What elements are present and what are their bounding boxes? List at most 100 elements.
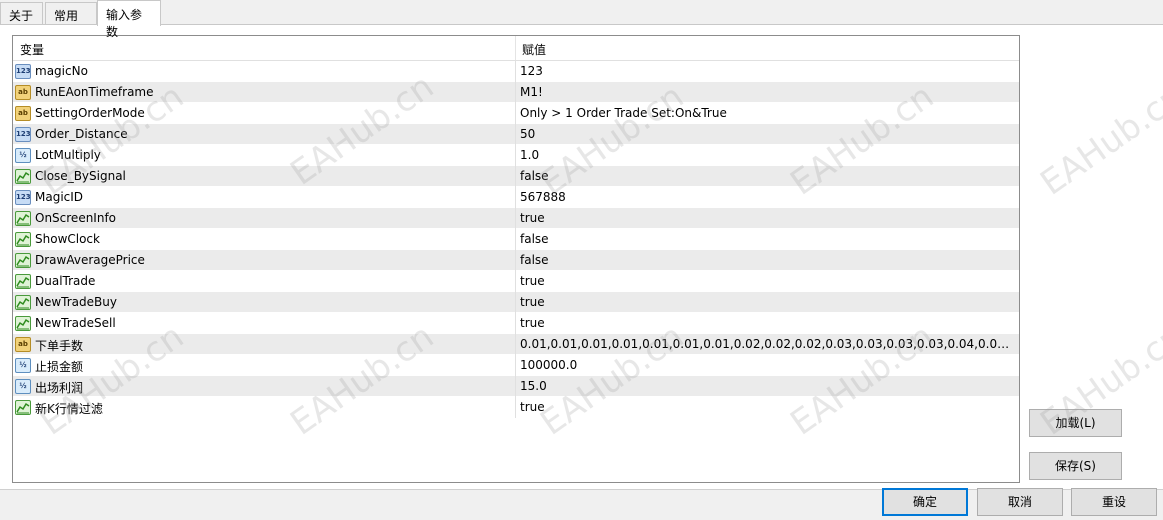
chart-line-icon: [16, 402, 30, 414]
variable-name: OnScreenInfo: [35, 211, 117, 225]
chart-line-icon: [16, 171, 30, 183]
ok-button[interactable]: 确定: [882, 488, 968, 516]
boolean-icon: [15, 295, 31, 310]
variable-name: LotMultiply: [35, 148, 101, 162]
value-cell[interactable]: M1!: [520, 85, 1016, 99]
value-cell[interactable]: false: [520, 169, 1016, 183]
table-row[interactable]: ab SettingOrderMode Only > 1 Order Trade S…: [13, 103, 1019, 124]
variable-cell: NewTradeBuy: [13, 292, 516, 313]
value-cell[interactable]: true: [520, 274, 1016, 288]
tab-about[interactable]: 关于: [0, 2, 43, 25]
variable-name: 止损金额: [35, 360, 84, 374]
load-button[interactable]: 加载(L): [1029, 409, 1122, 437]
value-cell[interactable]: 1.0: [520, 148, 1016, 162]
variable-name: MagicID: [35, 190, 84, 204]
variable-name: 新K行情过滤: [35, 402, 103, 416]
table-row[interactable]: 123 MagicID 567888: [13, 187, 1019, 208]
grid-rows: 123 magicNo 123 ab RunEAonTimeframe M1! ab Sett…: [13, 61, 1019, 418]
table-row[interactable]: 123 magicNo 123: [13, 61, 1019, 82]
boolean-icon: [15, 316, 31, 331]
string-icon: ab: [15, 337, 31, 352]
table-row[interactable]: DrawAveragePrice false: [13, 250, 1019, 271]
table-row[interactable]: ab 下单手数 0.01,0.01,0.01,0.01,0.01,0.01,0.01…: [13, 334, 1019, 355]
tab-label: 常用: [54, 9, 79, 23]
value-cell[interactable]: false: [520, 232, 1016, 246]
table-row[interactable]: ½ LotMultiply 1.0: [13, 145, 1019, 166]
value-cell[interactable]: 0.01,0.01,0.01,0.01,0.01,0.01,0.01,0.02,…: [520, 337, 1016, 351]
variable-cell: DualTrade: [13, 271, 516, 292]
value-cell[interactable]: true: [520, 316, 1016, 330]
double-icon: ½: [15, 358, 31, 373]
table-row[interactable]: DualTrade true: [13, 271, 1019, 292]
value-cell[interactable]: false: [520, 253, 1016, 267]
tab-inputs[interactable]: 输入参数: [97, 0, 161, 39]
value-cell[interactable]: true: [520, 295, 1016, 309]
value-cell[interactable]: true: [520, 400, 1016, 414]
string-icon: ab: [15, 85, 31, 100]
chart-line-icon: [16, 255, 30, 267]
variable-cell: Close_BySignal: [13, 166, 516, 187]
chart-line-icon: [16, 213, 30, 225]
value-cell[interactable]: Only > 1 Order Trade Set:On&True: [520, 106, 1016, 120]
value-cell[interactable]: true: [520, 211, 1016, 225]
boolean-icon: [15, 400, 31, 415]
double-icon: ½: [15, 379, 31, 394]
table-row[interactable]: ShowClock false: [13, 229, 1019, 250]
tab-common[interactable]: 常用: [45, 2, 97, 25]
variable-cell: ½ 出场利润: [13, 376, 516, 397]
variable-name: NewTradeBuy: [35, 295, 117, 309]
boolean-icon: [15, 169, 31, 184]
reset-button[interactable]: 重设: [1071, 488, 1157, 516]
table-row[interactable]: NewTradeSell true: [13, 313, 1019, 334]
variable-cell: 123 magicNo: [13, 61, 516, 82]
chart-line-icon: [16, 318, 30, 330]
variable-cell: ½ LotMultiply: [13, 145, 516, 166]
chart-line-icon: [16, 276, 30, 288]
boolean-icon: [15, 211, 31, 226]
table-row[interactable]: OnScreenInfo true: [13, 208, 1019, 229]
integer-icon: 123: [15, 190, 31, 205]
table-row[interactable]: Close_BySignal false: [13, 166, 1019, 187]
variable-name: NewTradeSell: [35, 316, 116, 330]
boolean-icon: [15, 253, 31, 268]
save-button[interactable]: 保存(S): [1029, 452, 1122, 480]
table-row[interactable]: ½ 出场利润 15.0: [13, 376, 1019, 397]
integer-icon: 123: [15, 127, 31, 142]
variable-name: DrawAveragePrice: [35, 253, 145, 267]
variable-cell: ½ 止损金额: [13, 355, 516, 376]
variable-cell: ShowClock: [13, 229, 516, 250]
variable-cell: ab RunEAonTimeframe: [13, 82, 516, 103]
table-row[interactable]: ½ 止损金额 100000.0: [13, 355, 1019, 376]
column-header-variable[interactable]: 变量: [13, 36, 516, 60]
chart-line-icon: [16, 297, 30, 309]
chart-line-icon: [16, 234, 30, 246]
value-cell[interactable]: 123: [520, 64, 1016, 78]
value-cell[interactable]: 15.0: [520, 379, 1016, 393]
variable-cell: 123 MagicID: [13, 187, 516, 208]
variable-cell: ab 下单手数: [13, 334, 516, 355]
table-row[interactable]: 123 Order_Distance 50: [13, 124, 1019, 145]
variable-cell: OnScreenInfo: [13, 208, 516, 229]
integer-icon: 123: [15, 64, 31, 79]
table-row[interactable]: 新K行情过滤 true: [13, 397, 1019, 418]
variable-name: Order_Distance: [35, 127, 128, 141]
value-cell[interactable]: 50: [520, 127, 1016, 141]
variable-name: 下单手数: [35, 339, 84, 353]
column-header-value[interactable]: 赋值: [516, 36, 1019, 60]
variable-cell: DrawAveragePrice: [13, 250, 516, 271]
table-row[interactable]: NewTradeBuy true: [13, 292, 1019, 313]
cancel-button[interactable]: 取消: [977, 488, 1063, 516]
variable-name: ShowClock: [35, 232, 100, 246]
table-row[interactable]: ab RunEAonTimeframe M1!: [13, 82, 1019, 103]
variable-name: SettingOrderMode: [35, 106, 145, 120]
variable-cell: 123 Order_Distance: [13, 124, 516, 145]
value-cell[interactable]: 100000.0: [520, 358, 1016, 372]
variable-cell: NewTradeSell: [13, 313, 516, 334]
double-icon: ½: [15, 148, 31, 163]
variable-name: RunEAonTimeframe: [35, 85, 154, 99]
value-cell[interactable]: 567888: [520, 190, 1016, 204]
tab-bar: 关于 常用 输入参数: [0, 0, 1163, 39]
boolean-icon: [15, 274, 31, 289]
variable-name: magicNo: [35, 64, 88, 78]
variable-name: Close_BySignal: [35, 169, 126, 183]
